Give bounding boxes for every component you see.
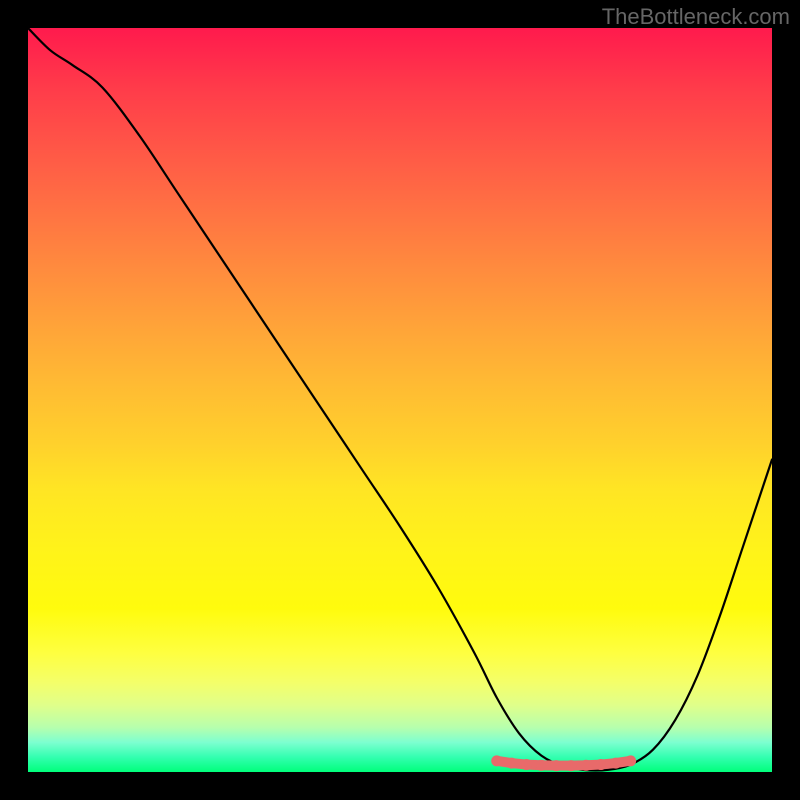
plot-area [28,28,772,772]
marker-dot [595,759,606,770]
marker-dot [610,758,621,769]
bottleneck-curve [28,28,772,771]
watermark-text: TheBottleneck.com [602,4,790,30]
marker-dot [536,760,547,771]
chart-container: TheBottleneck.com [0,0,800,800]
marker-dot [581,760,592,771]
curve-svg [28,28,772,772]
marker-dot [521,759,532,770]
marker-dot [625,755,636,766]
marker-dot [566,760,577,771]
marker-dot [491,755,502,766]
marker-dot [551,760,562,771]
marker-dot [506,758,517,769]
